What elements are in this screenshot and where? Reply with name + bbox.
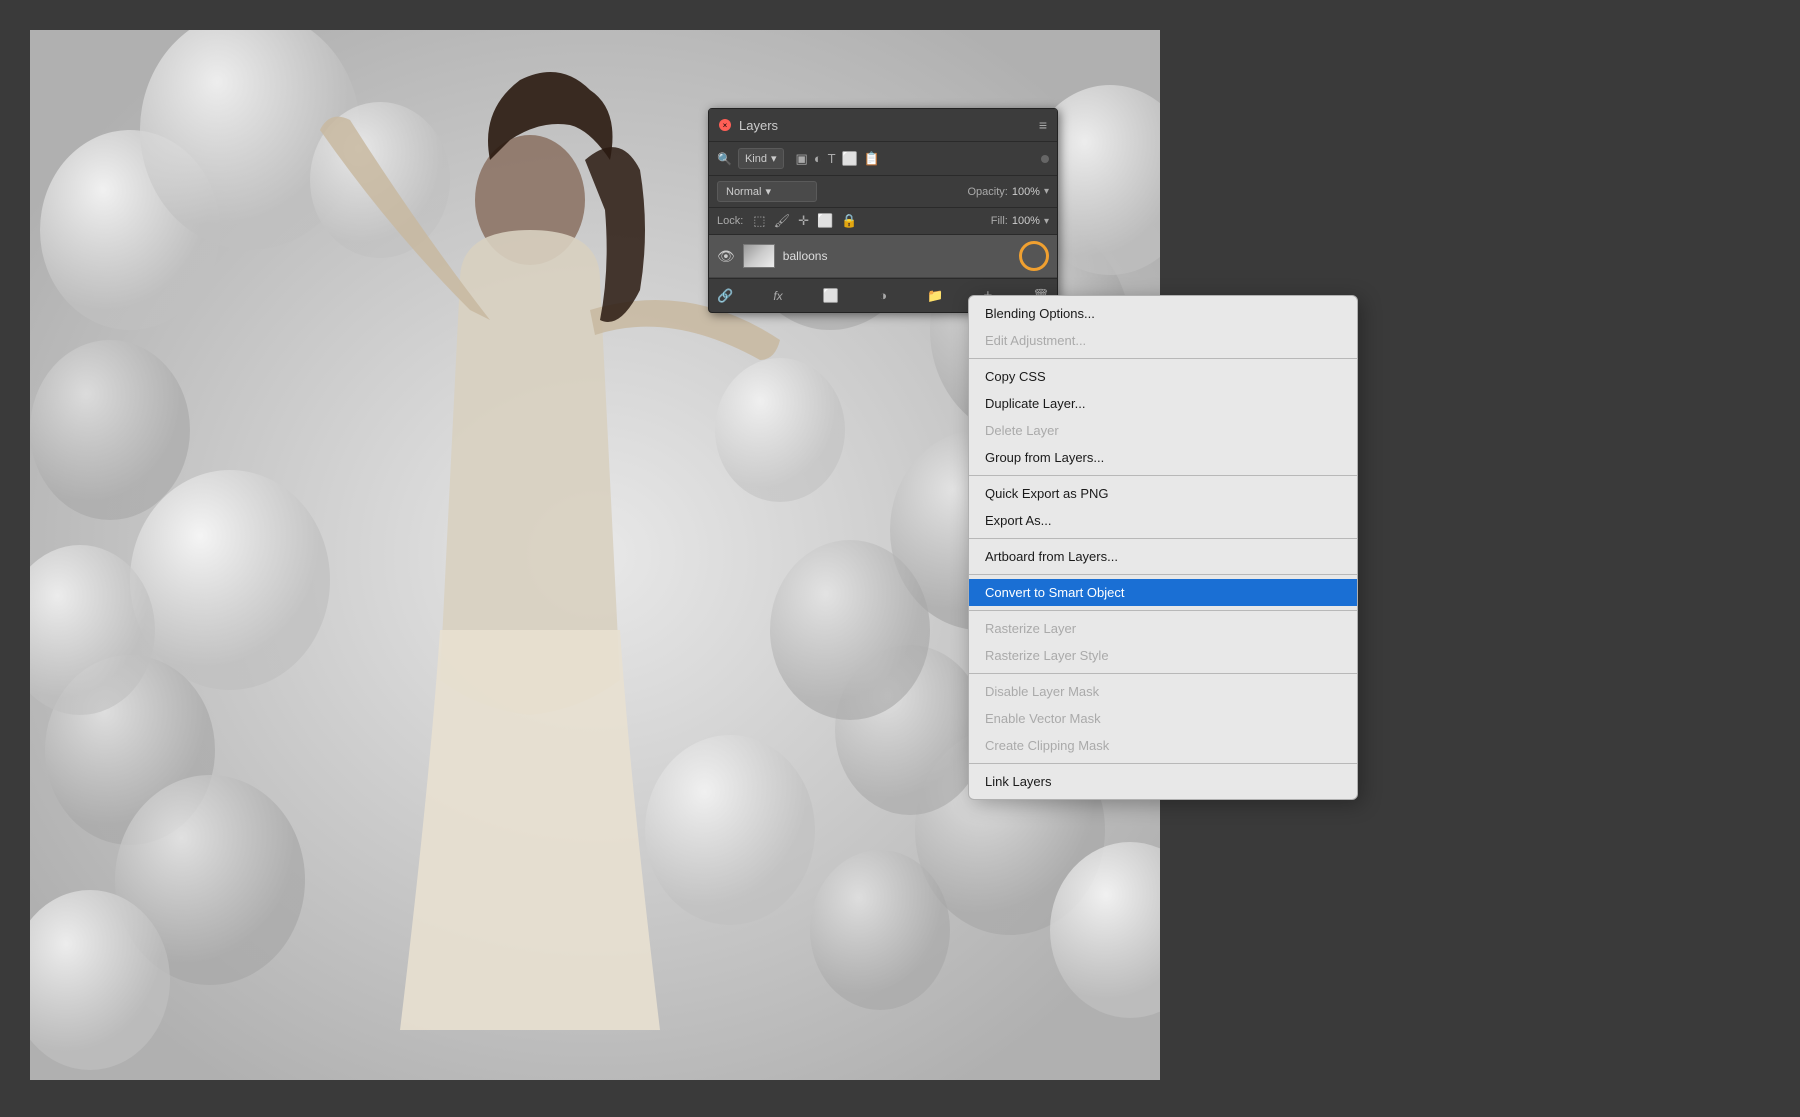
filter-type-icon[interactable]: T	[828, 151, 836, 167]
menu-separator-3	[969, 538, 1357, 539]
lock-label: Lock:	[717, 215, 743, 227]
lock-icons: ⬚ 🖌 ✛ ⬜ 🔒	[753, 213, 857, 229]
link-icon[interactable]: 🔗	[717, 288, 733, 304]
fill-label: Fill:	[991, 215, 1008, 227]
layer-row-balloons[interactable]: 👁 balloons	[709, 235, 1057, 278]
lock-fill-row: Lock: ⬚ 🖌 ✛ ⬜ 🔒 Fill: 100% ▾	[709, 208, 1057, 235]
layers-titlebar: × Layers ≡	[709, 109, 1057, 142]
menu-item-artboard-from-layers[interactable]: Artboard from Layers...	[969, 543, 1357, 570]
blend-mode-dropdown[interactable]: Normal ▾	[717, 181, 817, 202]
menu-separator-2	[969, 475, 1357, 476]
fill-value[interactable]: 100%	[1012, 215, 1040, 227]
menu-item-rasterize-layer: Rasterize Layer	[969, 615, 1357, 642]
filter-icons: ▣ ◐ T ⬜ 📋	[796, 151, 880, 167]
kind-filter-label: Kind	[745, 153, 767, 165]
lock-image-icon[interactable]: 🖌	[774, 213, 791, 229]
menu-item-convert-to-smart-object[interactable]: Convert to Smart Object	[969, 579, 1357, 606]
menu-item-duplicate-layer[interactable]: Duplicate Layer...	[969, 390, 1357, 417]
context-menu: Blending Options... Edit Adjustment... C…	[968, 295, 1358, 800]
layer-name: balloons	[783, 249, 828, 263]
menu-item-enable-vector-mask: Enable Vector Mask	[969, 705, 1357, 732]
fx-icon[interactable]: fx	[773, 289, 782, 303]
blend-mode-label: Normal	[726, 186, 761, 198]
menu-item-blending-options[interactable]: Blending Options...	[969, 300, 1357, 327]
opacity-arrow[interactable]: ▾	[1044, 186, 1049, 197]
filter-smart-icon[interactable]: 📋	[864, 151, 880, 167]
fill-section: Fill: 100% ▾	[991, 215, 1049, 227]
menu-item-delete-layer: Delete Layer	[969, 417, 1357, 444]
opacity-row: Opacity: 100% ▾	[967, 186, 1049, 198]
menu-separator-7	[969, 763, 1357, 764]
add-mask-icon[interactable]: ⬜	[823, 288, 839, 304]
filter-shape-icon[interactable]: ⬜	[842, 151, 858, 167]
layers-close-button[interactable]: ×	[719, 119, 731, 131]
layer-thumbnail	[743, 244, 775, 268]
layers-filter-row: 🔍 Kind ▾ ▣ ◐ T ⬜ 📋	[709, 142, 1057, 176]
menu-separator-5	[969, 610, 1357, 611]
layers-menu-icon[interactable]: ≡	[1039, 117, 1047, 133]
lock-transparent-icon[interactable]: ⬚	[753, 213, 765, 229]
layer-options-circle[interactable]	[1019, 241, 1049, 271]
filter-adjust-icon[interactable]: ◐	[814, 151, 822, 167]
menu-item-copy-css[interactable]: Copy CSS	[969, 363, 1357, 390]
menu-item-edit-adjustment: Edit Adjustment...	[969, 327, 1357, 354]
opacity-label: Opacity:	[967, 186, 1007, 198]
menu-item-disable-layer-mask: Disable Layer Mask	[969, 678, 1357, 705]
layer-visibility-icon[interactable]: 👁	[717, 248, 735, 265]
fill-arrow[interactable]: ▾	[1044, 216, 1049, 227]
menu-separator-1	[969, 358, 1357, 359]
layers-panel: × Layers ≡ 🔍 Kind ▾ ▣ ◐ T ⬜ 📋 Normal ▾ O…	[708, 108, 1058, 313]
menu-item-export-as[interactable]: Export As...	[969, 507, 1357, 534]
lock-position-icon[interactable]: ✛	[798, 213, 809, 229]
menu-item-rasterize-layer-style: Rasterize Layer Style	[969, 642, 1357, 669]
kind-filter-arrow: ▾	[771, 152, 777, 165]
filter-dot	[1041, 155, 1049, 163]
lock-all-icon[interactable]: 🔒	[841, 213, 857, 229]
search-icon: 🔍	[717, 152, 732, 166]
menu-item-link-layers[interactable]: Link Layers	[969, 768, 1357, 795]
group-icon[interactable]: 📁	[927, 288, 943, 304]
blend-mode-arrow: ▾	[765, 185, 771, 198]
adjustment-icon[interactable]: ◑	[879, 288, 887, 303]
blend-opacity-row: Normal ▾ Opacity: 100% ▾	[709, 176, 1057, 208]
menu-item-quick-export-png[interactable]: Quick Export as PNG	[969, 480, 1357, 507]
kind-filter-dropdown[interactable]: Kind ▾	[738, 148, 784, 169]
filter-pixel-icon[interactable]: ▣	[796, 151, 808, 167]
menu-item-create-clipping-mask: Create Clipping Mask	[969, 732, 1357, 759]
menu-separator-4	[969, 574, 1357, 575]
menu-item-group-from-layers[interactable]: Group from Layers...	[969, 444, 1357, 471]
opacity-value[interactable]: 100%	[1012, 186, 1040, 198]
menu-separator-6	[969, 673, 1357, 674]
lock-artboard-icon[interactable]: ⬜	[817, 213, 833, 229]
layers-panel-title: Layers	[739, 118, 1039, 133]
